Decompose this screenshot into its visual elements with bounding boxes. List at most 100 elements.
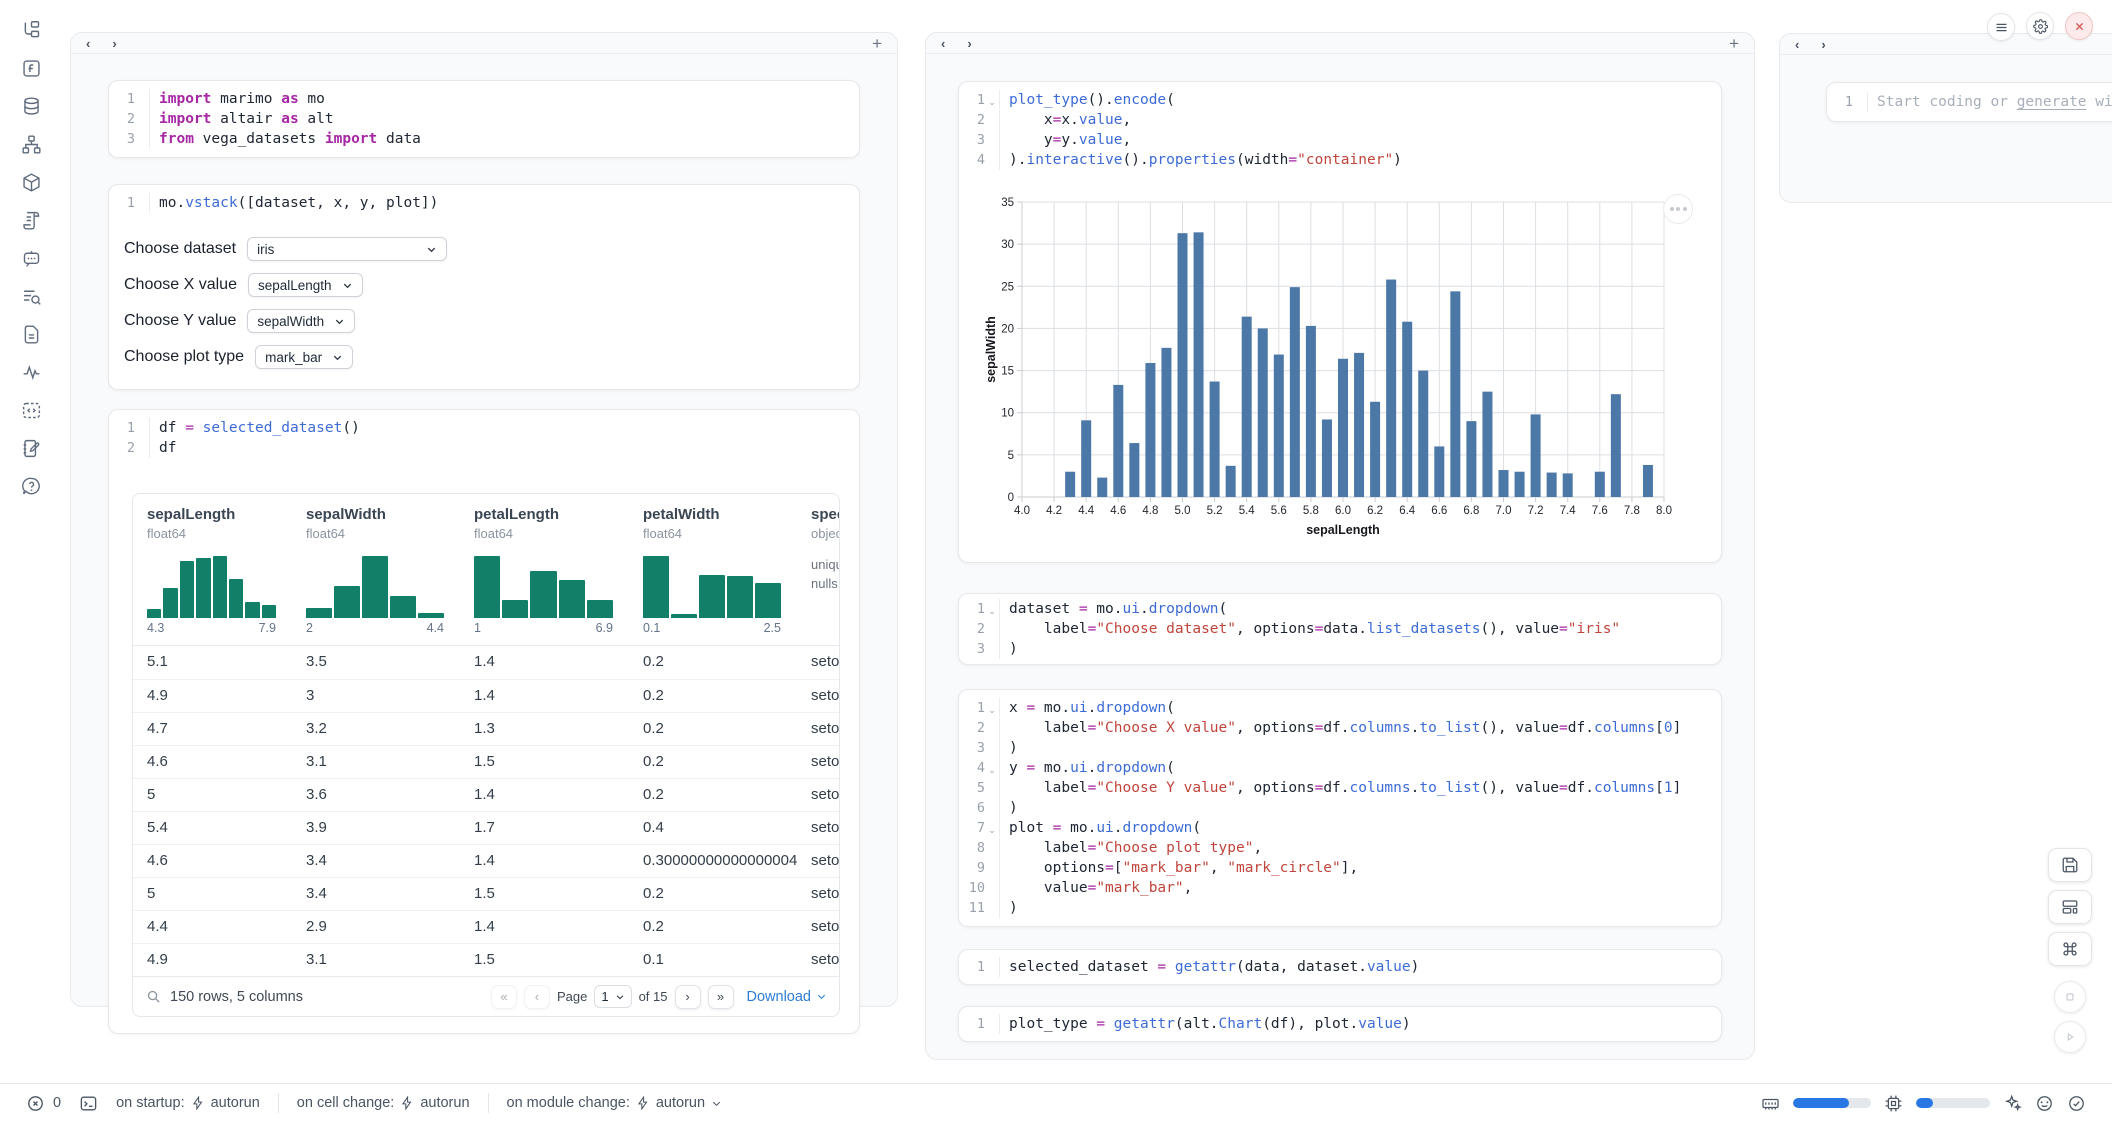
fold-chevron-icon[interactable]: ⌄ [985,818,999,838]
help-icon[interactable] [21,475,43,497]
menu-button[interactable] [1987,13,2015,41]
column-header-petalLength[interactable]: petalLengthfloat6416.9 [460,506,629,645]
fold-chevron-icon[interactable] [985,898,999,918]
snippets-icon[interactable] [21,399,43,421]
download-button[interactable]: Download [747,989,828,1005]
column-header-species[interactable]: speciesobjectunique:nulls: [797,506,840,645]
code-editor[interactable]: 1⌄x = mo.ui.dropdown(2 label="Choose X v… [959,690,1721,926]
error-count-badge[interactable]: 0 [26,1094,61,1113]
table-row[interactable]: 4.42.91.40.2setosa [133,910,840,943]
terminal-button[interactable] [79,1094,98,1113]
ai-chat-icon[interactable] [21,247,43,269]
table-row[interactable]: 53.61.40.2setosa [133,778,840,811]
connection-status-icon[interactable] [2067,1094,2086,1113]
code-editor[interactable]: 1 Start coding or generate with AI [1827,83,2112,121]
column-header-sepalWidth[interactable]: sepalWidthfloat6424.4 [292,506,460,645]
page-select[interactable]: 1 [594,985,631,1008]
next-page-button[interactable]: › [675,985,701,1009]
data-sources-icon[interactable] [21,95,43,117]
search-icon[interactable] [146,989,161,1004]
documentation-icon[interactable] [21,323,43,345]
first-page-button[interactable]: « [491,985,517,1009]
code-editor[interactable]: 1df = selected_dataset()2df [109,410,859,466]
prev-page-button[interactable]: ‹ [524,985,550,1009]
fold-chevron-icon[interactable] [985,718,999,738]
fold-chevron-icon[interactable] [985,130,999,150]
fold-chevron-icon[interactable] [135,109,149,129]
cell-vstack[interactable]: 1mo.vstack([dataset, x, y, plot]) Choose… [108,184,860,390]
file-explorer-icon[interactable] [21,19,43,41]
fold-chevron-icon[interactable] [985,110,999,130]
ai-assistant-icon[interactable] [2035,1094,2054,1113]
fold-chevron-icon[interactable] [985,619,999,639]
fold-chevron-icon[interactable]: ⌄ [985,599,999,619]
table-row[interactable]: 5.43.91.70.4setosa [133,811,840,844]
dropdown-choose-y-value[interactable]: sepalWidth [247,309,355,333]
fold-chevron-icon[interactable]: ⌄ [985,698,999,718]
dropdown-choose-x-value[interactable]: sepalLength [248,273,363,297]
scratchpad-icon[interactable] [21,437,43,459]
on-startup-setting[interactable]: on startup: autorun [116,1095,260,1111]
add-cell-icon[interactable]: + [872,35,882,52]
fold-chevron-icon[interactable]: ⌄ [985,90,999,110]
dropdown-choose-plot-type[interactable]: mark_bar [255,345,353,369]
settings-button[interactable] [2026,12,2054,40]
fold-chevron-icon[interactable] [985,838,999,858]
table-row[interactable]: 5.13.51.40.2setosa [133,646,840,679]
code-editor[interactable]: 1selected_dataset = getattr(data, datase… [959,950,1721,984]
table-row[interactable]: 4.931.40.2setosa [133,679,840,712]
save-button[interactable] [2048,848,2092,882]
fold-chevron-icon[interactable] [985,878,999,898]
code-editor[interactable]: 1import marimo as mo2import altair as al… [109,81,859,157]
chevron-right-icon[interactable]: › [112,37,116,50]
stop-button[interactable] [2054,981,2086,1013]
packages-icon[interactable] [21,171,43,193]
code-editor[interactable]: 1⌄plot_type().encode(2 x=x.value,3 y=y.v… [959,82,1721,178]
table-row[interactable]: 4.73.21.30.2setosa [133,712,840,745]
outline-activity-icon[interactable] [21,361,43,383]
fold-chevron-icon[interactable] [985,798,999,818]
column-header-petalWidth[interactable]: petalWidthfloat640.12.5 [629,506,797,645]
fold-chevron-icon[interactable] [135,438,149,458]
table-row[interactable]: 53.41.50.2setosa [133,877,840,910]
dependency-graph-icon[interactable] [21,133,43,155]
cell-plot-type[interactable]: 1plot_type = getattr(alt.Chart(df), plot… [958,1006,1722,1042]
fold-chevron-icon[interactable] [985,1014,999,1034]
chevron-left-icon[interactable]: ‹ [941,37,945,50]
fold-chevron-icon[interactable] [985,639,999,659]
code-editor[interactable]: 1⌄dataset = mo.ui.dropdown(2 label="Choo… [959,594,1721,664]
cell-dataframe[interactable]: 1df = selected_dataset()2df sepalLengthf… [108,409,860,1034]
cell-selected-dataset[interactable]: 1selected_dataset = getattr(data, datase… [958,949,1722,985]
last-page-button[interactable]: » [708,985,734,1009]
cell-xy-dropdowns[interactable]: 1⌄x = mo.ui.dropdown(2 label="Choose X v… [958,689,1722,927]
cell-plot[interactable]: 1⌄plot_type().encode(2 x=x.value,3 y=y.v… [958,81,1722,563]
chevron-left-icon[interactable]: ‹ [1795,38,1799,51]
altair-bar-chart[interactable]: 4.04.24.44.64.85.05.25.45.65.86.06.26.46… [959,180,1723,554]
column-header-sepalLength[interactable]: sepalLengthfloat644.37.9 [133,506,292,645]
editor-placeholder[interactable]: Start coding or generate with AI [1867,92,2112,112]
add-cell-icon[interactable]: + [1729,35,1739,52]
on-module-change-setting[interactable]: on module change: autorun [507,1095,723,1111]
logs-icon[interactable] [21,209,43,231]
cell-dataset-dropdown[interactable]: 1⌄dataset = mo.ui.dropdown(2 label="Choo… [958,593,1722,665]
vega-actions-button[interactable] [1663,194,1693,224]
dropdown-choose-dataset[interactable]: iris [247,237,447,261]
fold-chevron-icon[interactable] [135,129,149,149]
table-row[interactable]: 4.93.11.50.1setosa [133,943,840,976]
chevron-right-icon[interactable]: › [1821,38,1825,51]
fold-chevron-icon[interactable] [985,150,999,170]
chevron-left-icon[interactable]: ‹ [86,37,90,50]
generate-with-ai-link[interactable]: generate [2017,94,2087,110]
code-editor[interactable]: 1plot_type = getattr(alt.Chart(df), plot… [959,1007,1721,1041]
layout-button[interactable] [2048,890,2092,924]
fold-chevron-icon[interactable] [985,957,999,977]
fold-chevron-icon[interactable] [135,418,149,438]
fold-chevron-icon[interactable]: ⌄ [985,758,999,778]
fold-chevron-icon[interactable] [985,858,999,878]
fold-chevron-icon[interactable] [985,738,999,758]
shutdown-button[interactable] [2065,12,2093,40]
cell-scratch[interactable]: 1 Start coding or generate with AI [1826,82,2112,122]
fold-chevron-icon[interactable] [135,89,149,109]
table-row[interactable]: 4.63.11.50.2setosa [133,745,840,778]
on-cell-change-setting[interactable]: on cell change: autorun [297,1095,470,1111]
